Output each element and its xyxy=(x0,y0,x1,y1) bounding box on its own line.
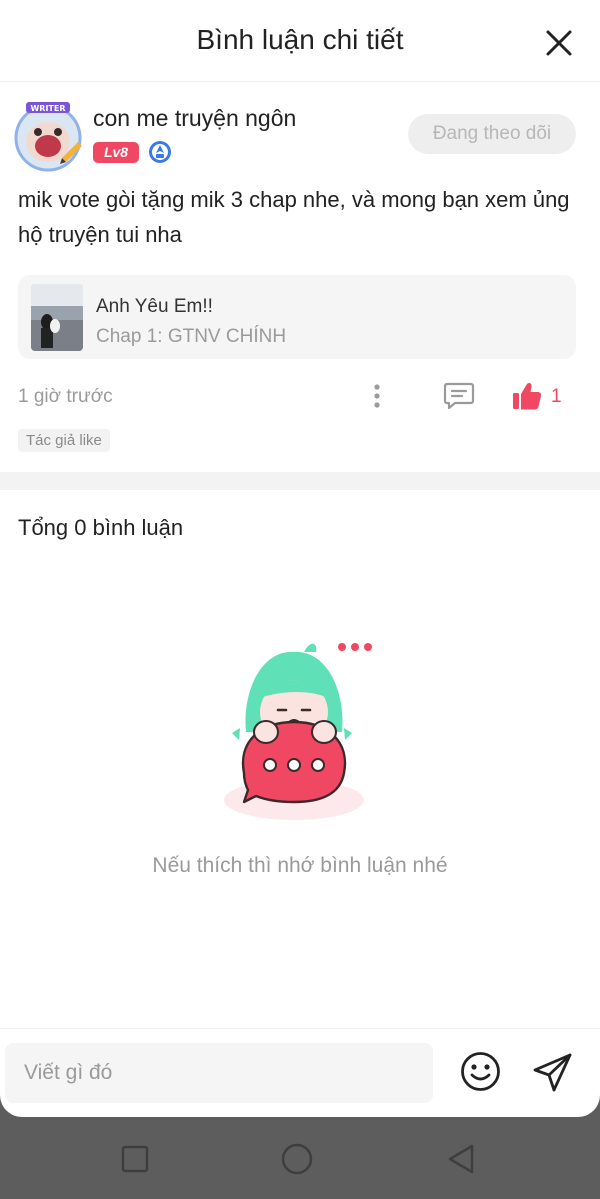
comment-input-bar xyxy=(0,1028,600,1117)
level-badge: Lv8 xyxy=(93,142,139,163)
system-navigation-bar xyxy=(0,1117,600,1199)
comment-text: mik vote gòi tặng mik 3 chap nhe, và mon… xyxy=(18,187,570,247)
avatar[interactable]: WRITER xyxy=(12,100,84,172)
comment-detail-sheet: Bình luận chi tiết WRITER con me truyện … xyxy=(0,0,600,1117)
story-cover-image xyxy=(31,284,83,351)
send-icon[interactable] xyxy=(532,1051,574,1093)
story-card[interactable]: Anh Yêu Em!! Chap 1: GTNV CHÍNH xyxy=(18,275,576,359)
page-title: Bình luận chi tiết xyxy=(196,24,404,55)
comment-time: 1 giờ trước xyxy=(18,386,113,407)
follow-button[interactable]: Đang theo dõi xyxy=(408,114,576,154)
author-liked-badge: Tác giả like xyxy=(18,429,110,452)
comment-input[interactable] xyxy=(5,1043,433,1103)
nav-home-icon[interactable] xyxy=(279,1141,315,1177)
emoji-icon[interactable] xyxy=(460,1051,501,1092)
header: Bình luận chi tiết xyxy=(0,0,600,82)
nav-square-icon[interactable] xyxy=(117,1141,153,1177)
like-count: 1 xyxy=(551,386,562,407)
username[interactable]: con me truyện ngôn xyxy=(93,105,296,132)
more-icon[interactable] xyxy=(366,383,388,409)
thumbs-up-icon[interactable] xyxy=(511,380,543,412)
empty-state-message: Nếu thích thì nhớ bình luận nhé xyxy=(152,854,448,877)
empty-state-mascot-illustration xyxy=(224,643,372,820)
total-comments-label: Tổng 0 bình luận xyxy=(18,515,184,540)
reply-icon[interactable] xyxy=(443,381,475,411)
story-chapter: Chap 1: GTNV CHÍNH xyxy=(96,326,287,347)
close-icon[interactable] xyxy=(544,28,574,58)
verified-icon xyxy=(149,141,171,163)
nav-back-icon[interactable] xyxy=(444,1141,480,1177)
section-divider xyxy=(0,472,600,490)
svg-text:WRITER: WRITER xyxy=(30,104,65,113)
story-title: Anh Yêu Em!! xyxy=(96,296,213,317)
